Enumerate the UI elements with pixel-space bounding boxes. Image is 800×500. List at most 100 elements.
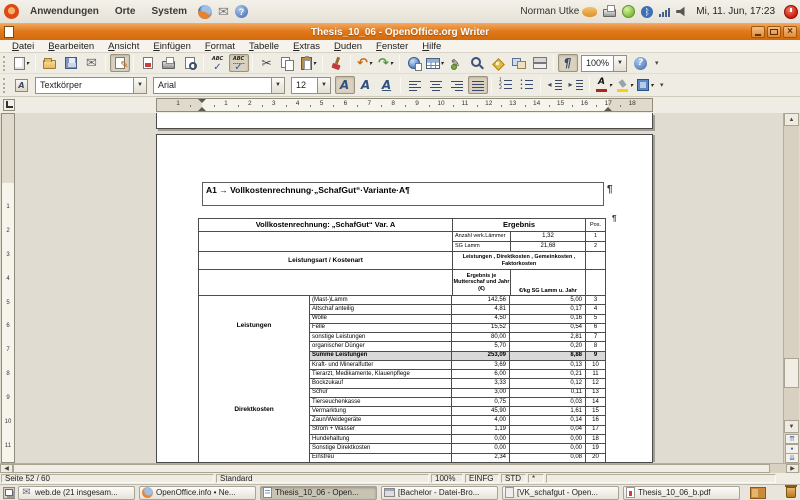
pos-cell[interactable]: 18 xyxy=(586,435,606,444)
item-cell[interactable]: Einstreu xyxy=(310,454,452,463)
hyperlink-button[interactable] xyxy=(404,54,424,72)
scroll-left-icon[interactable]: ◀ xyxy=(0,464,13,473)
per-kg-cell[interactable]: 2,81 xyxy=(510,333,586,342)
bluetooth-icon[interactable] xyxy=(641,6,653,18)
horizontal-ruler[interactable]: 1123456789101112131415161718 xyxy=(156,98,653,112)
menu-item[interactable]: Bearbeiten xyxy=(41,41,101,52)
empty-cell[interactable] xyxy=(199,242,453,252)
value-cell[interactable]: 3,00 xyxy=(452,389,510,398)
pos-cell[interactable]: 17 xyxy=(586,426,606,435)
pos-cell[interactable]: 16 xyxy=(586,416,606,425)
trash-icon[interactable] xyxy=(786,487,796,498)
per-kg-cell[interactable]: 0,11 xyxy=(510,389,586,398)
email-button[interactable] xyxy=(82,54,102,72)
draw-functions-button[interactable] xyxy=(446,54,466,72)
pos-cell[interactable]: 5 xyxy=(586,315,606,324)
close-button[interactable] xyxy=(783,26,797,38)
font-name-combo[interactable]: Arial ▼ xyxy=(153,77,285,94)
item-cell[interactable]: Sonstige Direktkosten xyxy=(310,444,452,453)
highlighting-button[interactable]: ▾ xyxy=(615,76,635,94)
value-cell[interactable]: 3,33 xyxy=(452,379,510,388)
value-cell[interactable]: 45,90 xyxy=(452,407,510,416)
save-button[interactable] xyxy=(61,54,81,72)
per-kg-cell[interactable]: 0,00 xyxy=(510,444,586,453)
value-cell[interactable]: 0,00 xyxy=(452,444,510,453)
bold-button[interactable] xyxy=(335,76,355,94)
maximize-button[interactable] xyxy=(767,26,781,38)
menu-item[interactable]: Tabelle xyxy=(242,41,286,52)
ubuntu-logo-icon[interactable] xyxy=(4,4,19,19)
user-switcher[interactable]: Norman Utke xyxy=(520,6,579,17)
pos-cell[interactable]: 3 xyxy=(586,296,606,305)
column-header-left[interactable]: Leistungsart / Kostenart xyxy=(199,252,453,270)
chevron-down-icon[interactable]: ▾ xyxy=(369,60,372,67)
previous-page-bottom[interactable] xyxy=(156,113,653,129)
kpi-value[interactable]: 1,32 xyxy=(511,232,586,242)
chevron-down-icon[interactable]: ▾ xyxy=(630,82,633,89)
toolbar-grip[interactable] xyxy=(3,78,7,93)
toolbar-grip[interactable] xyxy=(3,56,7,71)
value-cell[interactable]: 80,00 xyxy=(452,333,510,342)
italic-button[interactable] xyxy=(356,76,376,94)
update-notifier-icon[interactable] xyxy=(622,5,635,18)
firefox-launcher-icon[interactable] xyxy=(198,5,212,19)
item-cell[interactable]: Altschaf anteilig xyxy=(310,305,452,314)
chevron-down-icon[interactable]: ▾ xyxy=(26,60,29,67)
data-sources-button[interactable] xyxy=(530,54,550,72)
chevron-down-icon[interactable]: ▼ xyxy=(133,78,146,93)
menu-item[interactable]: Format xyxy=(198,41,242,52)
status-modified[interactable]: * xyxy=(528,474,544,483)
value-cell[interactable]: 4,50 xyxy=(452,315,510,324)
font-color-button[interactable]: ▾ xyxy=(594,76,614,94)
help-launcher-icon[interactable] xyxy=(235,5,248,18)
item-cell[interactable]: Vermarktung xyxy=(310,407,452,416)
chevron-down-icon[interactable]: ▾ xyxy=(441,60,444,67)
styles-window-button[interactable] xyxy=(12,76,32,94)
auto-spellcheck-button[interactable] xyxy=(229,54,249,72)
printer-tray-icon[interactable] xyxy=(603,9,616,17)
horizontal-scrollbar[interactable]: ◀ ▶ xyxy=(0,463,800,473)
workspace-switcher[interactable] xyxy=(750,487,766,499)
open-button[interactable] xyxy=(40,54,60,72)
kpi-label[interactable]: Anzahl verk.Lämmer xyxy=(453,232,511,242)
item-cell[interactable]: Tierseuchenkasse xyxy=(310,398,452,407)
align-right-button[interactable] xyxy=(447,76,467,94)
system-menu[interactable]: System xyxy=(143,6,195,17)
empty-cell[interactable] xyxy=(199,232,453,242)
places-menu[interactable]: Orte xyxy=(107,6,144,17)
chevron-down-icon[interactable]: ▾ xyxy=(390,60,393,67)
per-kg-cell[interactable]: 0,54 xyxy=(510,324,586,333)
format-paintbrush-button[interactable] xyxy=(327,54,347,72)
find-replace-button[interactable] xyxy=(467,54,487,72)
per-kg-cell[interactable]: 0,03 xyxy=(510,398,586,407)
cut-button[interactable] xyxy=(257,54,277,72)
bullet-list-button[interactable] xyxy=(517,76,537,94)
status-page[interactable]: Seite 52 / 60 xyxy=(1,474,214,483)
per-kg-cell[interactable]: 0,17 xyxy=(510,305,586,314)
item-cell[interactable]: organischer Dünger xyxy=(310,342,452,351)
value-cell[interactable]: 253,09 xyxy=(452,352,510,361)
taskbar-item[interactable]: [Bachelor - Datei-Bro... xyxy=(381,486,498,500)
item-cell[interactable]: sonstige Leistungen xyxy=(310,333,452,342)
value-cell[interactable]: 4,00 xyxy=(452,416,510,425)
paragraph-style-combo[interactable]: Textkörper ▼ xyxy=(35,77,147,94)
value-cell[interactable]: 0,00 xyxy=(452,435,510,444)
per-kg-cell[interactable]: 0,14 xyxy=(510,416,586,425)
empty-cell[interactable] xyxy=(586,252,606,270)
value-cell[interactable]: 5,70 xyxy=(452,342,510,351)
undo-button[interactable]: ▾ xyxy=(355,54,375,72)
item-cell[interactable]: Felle xyxy=(310,324,452,333)
value-cell[interactable]: 15,52 xyxy=(452,324,510,333)
per-kg-cell[interactable]: 0,21 xyxy=(510,370,586,379)
volume-icon[interactable] xyxy=(676,7,687,17)
per-kg-cell[interactable]: 1,61 xyxy=(510,407,586,416)
applications-menu[interactable]: Anwendungen xyxy=(22,6,107,17)
menu-item[interactable]: Ansicht xyxy=(101,41,146,52)
value-col1-header[interactable]: Ergebnis je Mutterschaf und Jahr (€) xyxy=(453,270,511,296)
page-preview-button[interactable] xyxy=(180,54,200,72)
chevron-down-icon[interactable]: ▼ xyxy=(317,78,330,93)
item-cell[interactable]: Summe Leistungen xyxy=(310,352,452,361)
cost-table[interactable]: Vollkostenrechnung: „SchafGut“ Var. A Er… xyxy=(198,218,606,463)
tab-stop-selector[interactable] xyxy=(3,99,15,111)
network-signal-icon[interactable] xyxy=(659,6,670,17)
